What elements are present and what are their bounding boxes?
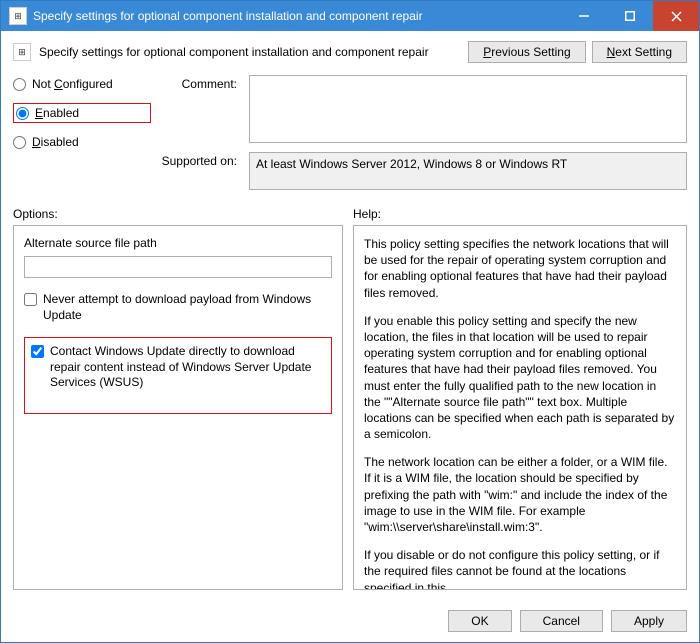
- close-icon: [671, 11, 682, 22]
- help-p1: This policy setting specifies the networ…: [364, 236, 676, 301]
- gpo-dialog-window: ⊞ Specify settings for optional componen…: [0, 0, 700, 643]
- minimize-button[interactable]: [561, 1, 607, 31]
- app-icon: ⊞: [9, 7, 27, 25]
- comment-box: [249, 75, 687, 146]
- panels-header: Options: Help:: [13, 207, 687, 221]
- radio-disabled-input[interactable]: [13, 136, 26, 149]
- supported-box: At least Windows Server 2012, Windows 8 …: [249, 152, 687, 193]
- help-p3: The network location can be either a fol…: [364, 454, 676, 535]
- never-download-label: Never attempt to download payload from W…: [43, 292, 332, 323]
- help-p4: If you disable or do not configure this …: [364, 547, 676, 590]
- header-row: ⊞ Specify settings for optional componen…: [13, 41, 687, 63]
- radio-disabled[interactable]: Disabled: [13, 135, 151, 149]
- close-button[interactable]: [653, 1, 699, 31]
- panels: Alternate source file path Never attempt…: [13, 225, 687, 590]
- options-panel: Alternate source file path Never attempt…: [13, 225, 343, 590]
- radio-enabled-label: Enabled: [35, 106, 79, 120]
- nav-buttons: Previous Setting Next Setting: [468, 41, 687, 63]
- contact-wu-label: Contact Windows Update directly to downl…: [50, 344, 323, 391]
- supported-label: Supported on:: [155, 152, 245, 193]
- footer: OK Cancel Apply: [1, 600, 699, 642]
- ok-button[interactable]: OK: [448, 610, 511, 632]
- alt-path-input[interactable]: [24, 256, 332, 278]
- maximize-button[interactable]: [607, 1, 653, 31]
- help-label: Help:: [353, 207, 381, 221]
- contact-wu-highlight: Contact Windows Update directly to downl…: [24, 337, 332, 414]
- help-p2: If you enable this policy setting and sp…: [364, 313, 676, 443]
- minimize-icon: [579, 11, 589, 21]
- help-panel[interactable]: This policy setting specifies the networ…: [353, 225, 687, 590]
- contact-wu-checkbox[interactable]: [31, 345, 44, 358]
- settings-grid: Not Configured Enabled Disabled Comment:…: [13, 75, 687, 193]
- supported-textarea: At least Windows Server 2012, Windows 8 …: [249, 152, 687, 190]
- maximize-icon: [625, 11, 635, 21]
- contact-wu-row[interactable]: Contact Windows Update directly to downl…: [31, 344, 323, 391]
- radio-not-configured-label: Not Configured: [32, 77, 113, 91]
- never-download-checkbox[interactable]: [24, 293, 37, 306]
- titlebar: ⊞ Specify settings for optional componen…: [1, 1, 699, 31]
- window-title: Specify settings for optional component …: [33, 9, 561, 23]
- previous-setting-button[interactable]: Previous Setting: [468, 41, 585, 63]
- radio-enabled[interactable]: Enabled: [16, 106, 79, 120]
- window-controls: [561, 1, 699, 31]
- radio-not-configured[interactable]: Not Configured: [13, 77, 151, 91]
- apply-button[interactable]: Apply: [611, 610, 687, 632]
- enabled-highlight: Enabled: [13, 103, 151, 123]
- cancel-button[interactable]: Cancel: [520, 610, 603, 632]
- policy-icon: ⊞: [13, 43, 31, 61]
- alt-path-label: Alternate source file path: [24, 236, 332, 250]
- radio-enabled-input[interactable]: [16, 107, 29, 120]
- state-radios: Not Configured Enabled Disabled: [13, 75, 151, 193]
- never-download-row[interactable]: Never attempt to download payload from W…: [24, 292, 332, 323]
- policy-heading: Specify settings for optional component …: [39, 45, 468, 59]
- radio-disabled-label: Disabled: [32, 135, 79, 149]
- options-label: Options:: [13, 207, 353, 221]
- comment-label: Comment:: [155, 75, 245, 146]
- dialog-content: ⊞ Specify settings for optional componen…: [1, 31, 699, 600]
- radio-not-configured-input[interactable]: [13, 78, 26, 91]
- comment-textarea[interactable]: [249, 75, 687, 143]
- next-setting-button[interactable]: Next Setting: [592, 41, 687, 63]
